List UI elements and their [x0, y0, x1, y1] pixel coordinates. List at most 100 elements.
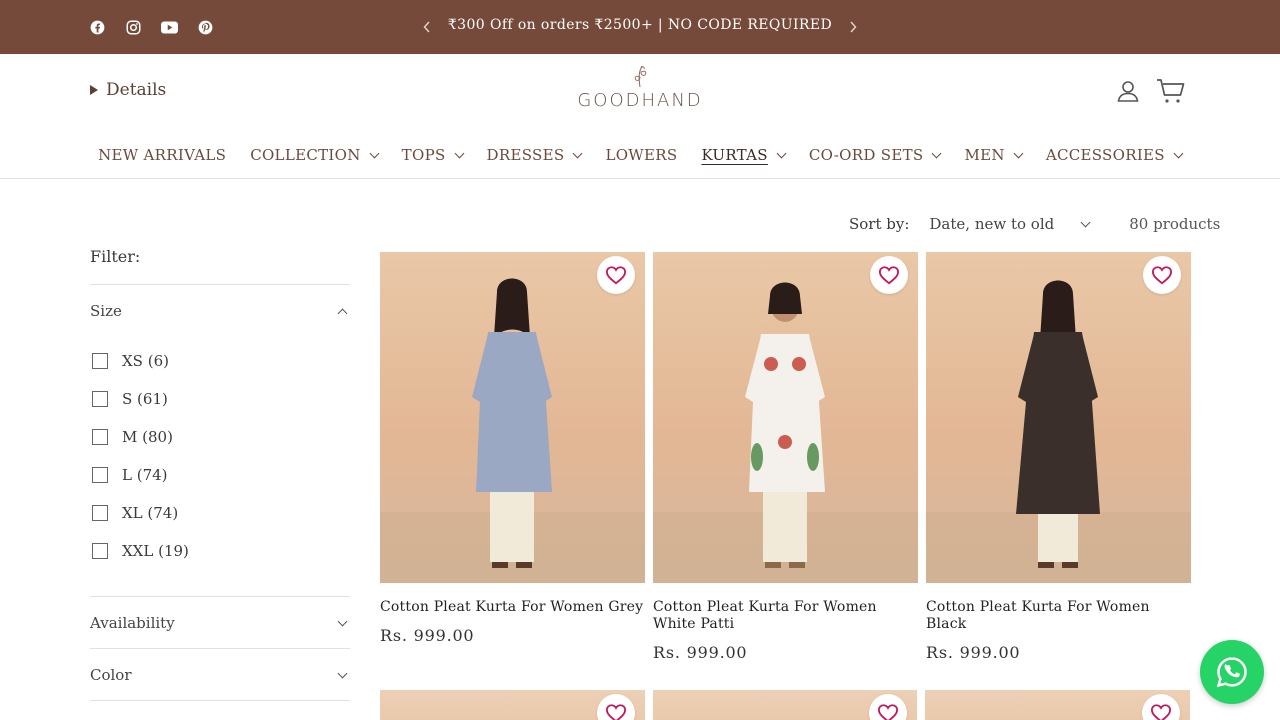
facebook-icon[interactable] [88, 18, 106, 36]
chevron-down-icon [1013, 148, 1024, 158]
product-card[interactable]: Cotton Pleat Kurta For Women Black Rs. 9… [926, 252, 1191, 662]
nav-accessories[interactable]: ACCESSORIES [1046, 146, 1184, 164]
account-button[interactable] [1115, 78, 1141, 104]
product-price: Rs. 999.00 [653, 643, 748, 662]
model-figure [380, 278, 645, 583]
sort-select[interactable]: Date, new to old [929, 215, 1091, 233]
chevron-down-icon [776, 148, 787, 158]
filter-size-toggle[interactable]: Size [90, 285, 350, 337]
announcement-text: ₹300 Off on orders ₹2500+ | NO CODE REQU… [447, 17, 833, 33]
main-nav: NEW ARRIVALS COLLECTION TOPS DRESSES LOW… [0, 146, 1280, 164]
checkbox[interactable] [92, 391, 108, 407]
size-options: XS (6) S (61) M (80) L (74) XL (74) XXL … [90, 342, 189, 570]
instagram-icon[interactable] [124, 18, 142, 36]
cart-button[interactable] [1155, 76, 1187, 106]
filter-color-toggle[interactable]: Color [90, 649, 350, 701]
filter-availability-toggle[interactable]: Availability [90, 597, 350, 649]
product-grid: Cotton Pleat Kurta For Women Grey Rs. 99… [380, 252, 1191, 662]
model-figure [926, 280, 1191, 583]
nav-tops[interactable]: TOPS [402, 146, 464, 164]
product-card[interactable]: Cotton Pleat Kurta For Women White Patti… [653, 252, 918, 662]
filter-size-group: Size [90, 284, 350, 337]
nav-dresses[interactable]: DRESSES [487, 146, 583, 164]
checkbox[interactable] [92, 353, 108, 369]
nav-collection[interactable]: COLLECTION [250, 146, 380, 164]
heart-icon [878, 704, 899, 720]
wishlist-button[interactable] [869, 694, 908, 720]
details-toggle[interactable]: Details [90, 80, 166, 100]
product-price: Rs. 999.00 [380, 626, 475, 645]
site-logo[interactable]: GOODHAND [570, 64, 710, 111]
checkbox[interactable] [92, 467, 108, 483]
chevron-down-icon [337, 668, 348, 678]
wishlist-button[interactable] [1143, 256, 1181, 294]
leaf-logo-icon [634, 65, 647, 88]
youtube-icon[interactable] [160, 18, 178, 36]
product-title[interactable]: Cotton Pleat Kurta For Women Grey [380, 599, 645, 616]
product-grid-row-2 [380, 690, 1191, 720]
cart-icon [1157, 79, 1185, 103]
wishlist-button[interactable] [597, 256, 635, 294]
product-image[interactable] [926, 252, 1191, 583]
checkbox[interactable] [92, 429, 108, 445]
product-count: 80 products [1129, 215, 1221, 233]
announcement-bar: ₹300 Off on orders ₹2500+ | NO CODE REQU… [0, 0, 1280, 54]
size-option-xl[interactable]: XL (74) [90, 494, 189, 532]
chevron-down-icon [932, 148, 942, 158]
product-image[interactable] [380, 690, 645, 720]
details-label: Details [106, 80, 167, 100]
nav-kurtas[interactable]: KURTAS [701, 146, 787, 164]
disclosure-triangle-icon [90, 85, 98, 95]
size-option-m[interactable]: M (80) [90, 418, 189, 456]
filter-availability-label: Availability [90, 614, 175, 632]
filter-color-label: Color [90, 666, 132, 684]
announcement-prev-button[interactable] [417, 17, 437, 37]
nav-co-ord-sets[interactable]: CO-ORD SETS [809, 146, 942, 164]
checkbox[interactable] [92, 543, 108, 559]
sort-label: Sort by: [849, 215, 910, 233]
product-image[interactable] [652, 690, 918, 720]
nav-men[interactable]: MEN [964, 146, 1024, 164]
filter-color-group: Color [90, 648, 350, 701]
wishlist-button[interactable] [870, 256, 908, 294]
heart-icon [1151, 266, 1173, 285]
filter-availability-group: Availability [90, 596, 350, 649]
product-title[interactable]: Cotton Pleat Kurta For Women Black [926, 599, 1191, 633]
heart-icon [1151, 704, 1172, 720]
heart-icon [605, 266, 627, 285]
announcement-next-button[interactable] [843, 17, 863, 37]
product-image[interactable] [653, 252, 918, 583]
filter-title: Filter: [90, 247, 141, 266]
site-header: Details GOODHAND NEW ARRIVALS COLLECTION… [0, 54, 1280, 179]
logo-text: GOODHAND [577, 90, 703, 111]
wishlist-button[interactable] [1142, 694, 1181, 720]
heart-icon [605, 704, 626, 720]
product-card[interactable]: Cotton Pleat Kurta For Women Grey Rs. 99… [380, 252, 645, 662]
social-links [88, 18, 214, 36]
pinterest-icon[interactable] [196, 18, 214, 36]
size-option-l[interactable]: L (74) [90, 456, 189, 494]
user-icon [1117, 81, 1139, 102]
chevron-down-icon [454, 148, 464, 158]
size-option-s[interactable]: S (61) [90, 380, 189, 418]
size-option-xxl[interactable]: XXL (19) [90, 532, 189, 570]
nav-new-arrivals[interactable]: NEW ARRIVALS [98, 146, 226, 164]
filter-divider [90, 700, 350, 702]
product-image[interactable] [380, 252, 645, 583]
nav-lowers[interactable]: LOWERS [605, 146, 677, 164]
heart-icon [878, 266, 900, 285]
chevron-down-icon [369, 148, 380, 158]
chevron-down-icon [1080, 217, 1091, 227]
checkbox[interactable] [92, 505, 108, 521]
wishlist-button[interactable] [596, 694, 635, 720]
filter-size-label: Size [90, 302, 122, 320]
chevron-down-icon [1173, 148, 1184, 158]
chevron-up-icon [337, 308, 348, 318]
product-title[interactable]: Cotton Pleat Kurta For Women White Patti [653, 599, 918, 633]
whatsapp-chat-button[interactable] [1200, 640, 1264, 704]
size-option-xs[interactable]: XS (6) [90, 342, 189, 380]
model-figure [653, 282, 918, 583]
product-image[interactable] [925, 690, 1191, 720]
chevron-down-icon [337, 616, 348, 626]
sort-bar: Sort by: Date, new to old 80 products [849, 215, 1220, 233]
